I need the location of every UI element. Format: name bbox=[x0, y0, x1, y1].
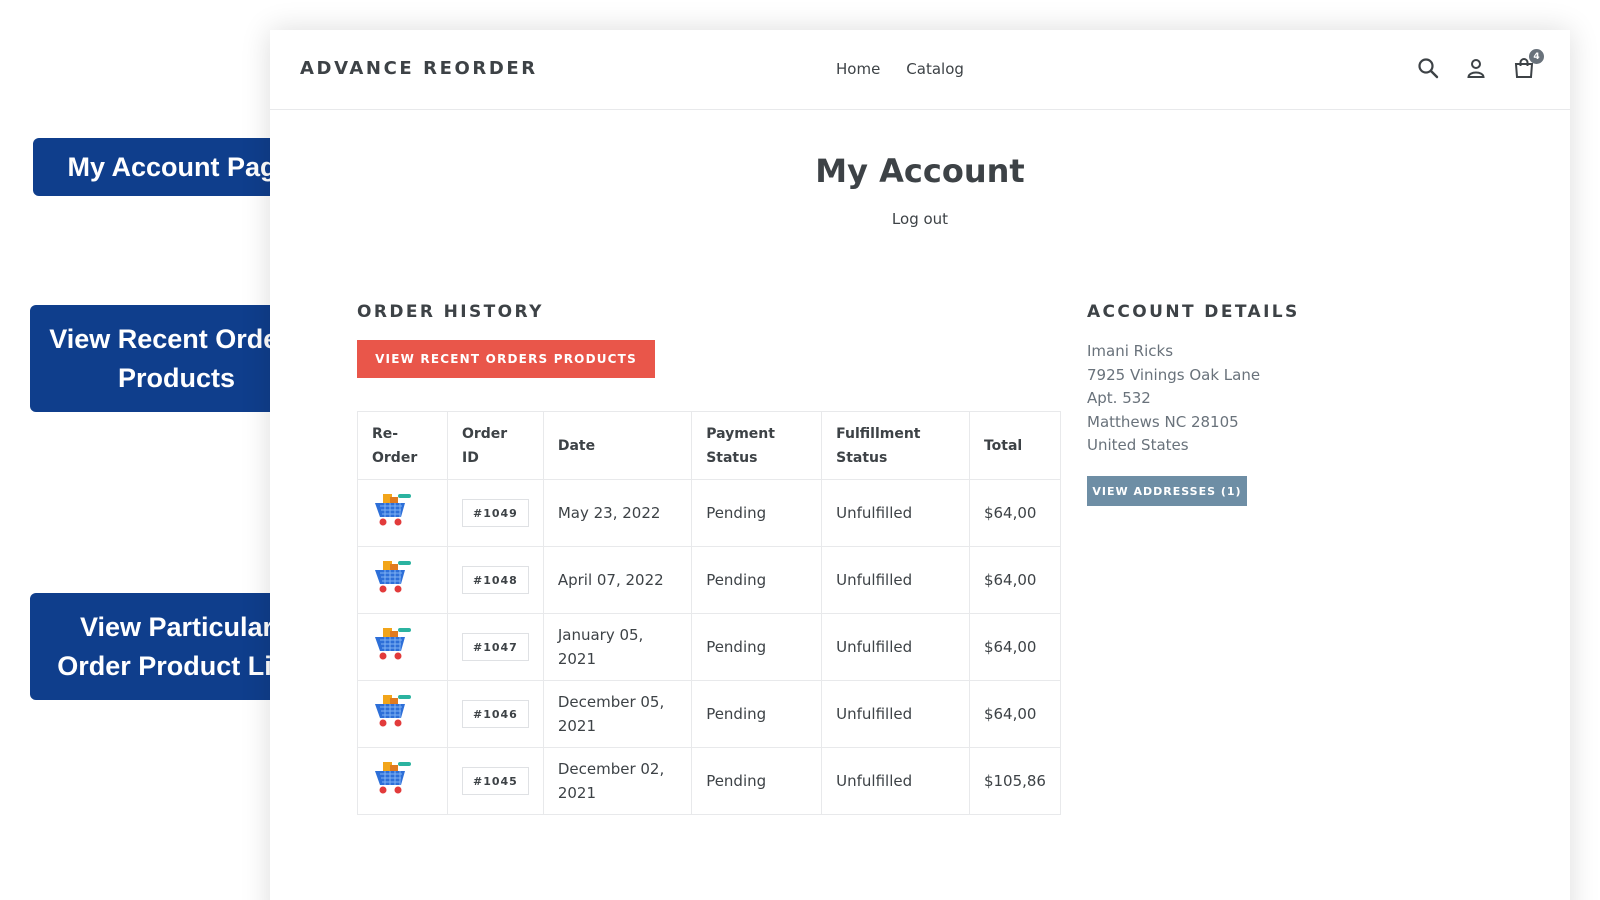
account-address: Imani Ricks 7925 Vinings Oak Lane Apt. 5… bbox=[1087, 340, 1260, 458]
table-header-row: Re-Order Order ID Date Payment Status Fu… bbox=[357, 411, 1062, 480]
customer-name: Imani Ricks bbox=[1087, 342, 1174, 360]
order-total: $105,86 bbox=[968, 747, 1062, 815]
payment-status: Pending bbox=[691, 546, 823, 614]
account-details-heading: ACCOUNT DETAILS bbox=[1087, 302, 1300, 322]
order-date: December 02, 2021 bbox=[542, 747, 693, 815]
store-window: ADVANCE REORDER Home Catalog 4 My Accoun… bbox=[270, 30, 1570, 900]
address-line-2: Apt. 532 bbox=[1087, 389, 1151, 407]
order-id-cell: #1047 bbox=[446, 613, 544, 681]
address-line-1: 7925 Vinings Oak Lane bbox=[1087, 365, 1261, 384]
order-history-heading: ORDER HISTORY bbox=[357, 302, 544, 322]
fulfillment-status: Unfulfilled bbox=[821, 680, 970, 748]
column-header-order-id: Order ID bbox=[446, 411, 544, 480]
page-title: My Account bbox=[815, 152, 1025, 190]
shopping-bag-icon[interactable]: 4 bbox=[1512, 49, 1544, 80]
fulfillment-status: Unfulfilled bbox=[821, 546, 970, 614]
order-id-cell: #1046 bbox=[446, 680, 544, 748]
column-header-reorder: Re-Order bbox=[357, 411, 448, 480]
order-total: $64,00 bbox=[968, 546, 1062, 614]
payment-status: Pending bbox=[691, 479, 823, 547]
user-icon[interactable] bbox=[1464, 56, 1488, 80]
reorder-cart-icon[interactable] bbox=[372, 760, 414, 796]
column-header-total: Total bbox=[968, 411, 1062, 480]
order-total: $64,00 bbox=[968, 479, 1062, 547]
address-country: United States bbox=[1087, 436, 1189, 454]
reorder-cart-icon[interactable] bbox=[372, 492, 414, 528]
search-icon[interactable] bbox=[1416, 56, 1440, 80]
reorder-cell bbox=[357, 479, 448, 547]
table-row: #1046 December 05, 2021 Pending Unfulfilled… bbox=[357, 680, 1062, 748]
address-city-line: Matthews NC 28105 bbox=[1087, 412, 1239, 431]
reorder-cell bbox=[357, 613, 448, 681]
fulfillment-status: Unfulfilled bbox=[821, 479, 970, 547]
order-date: January 05, 2021 bbox=[542, 613, 693, 681]
order-id-link[interactable]: #1047 bbox=[461, 633, 529, 661]
order-date: April 07, 2022 bbox=[542, 546, 693, 614]
reorder-cell bbox=[357, 546, 448, 614]
order-history-table: Re-Order Order ID Date Payment Status Fu… bbox=[357, 411, 1062, 815]
order-id-cell: #1045 bbox=[446, 747, 544, 815]
order-id-cell: #1049 bbox=[446, 479, 544, 547]
order-total: $64,00 bbox=[968, 680, 1062, 748]
table-row: #1045 December 02, 2021 Pending Unfulfilled… bbox=[357, 747, 1062, 815]
order-total: $64,00 bbox=[968, 613, 1062, 681]
column-header-fulfillment-status: Fulfillment Status bbox=[821, 411, 970, 480]
reorder-cart-icon[interactable] bbox=[372, 626, 414, 662]
order-date: December 05, 2021 bbox=[542, 680, 693, 748]
view-addresses-button[interactable]: VIEW ADDRESSES (1) bbox=[1087, 476, 1247, 506]
payment-status: Pending bbox=[691, 747, 823, 815]
order-id-link[interactable]: #1046 bbox=[461, 700, 529, 728]
site-header: ADVANCE REORDER Home Catalog 4 bbox=[270, 30, 1570, 110]
table-row: #1048 April 07, 2022 Pending Unfulfilled $64… bbox=[357, 546, 1062, 614]
table-row: #1047 January 05, 2021 Pending Unfulfilled $… bbox=[357, 613, 1062, 681]
view-recent-orders-button[interactable]: VIEW RECENT ORDERS PRODUCTS bbox=[357, 340, 655, 378]
logout-link[interactable]: Log out bbox=[270, 210, 1570, 228]
column-header-payment-status: Payment Status bbox=[691, 411, 823, 480]
nav-home-link[interactable]: Home bbox=[836, 60, 880, 78]
payment-status: Pending bbox=[691, 613, 823, 681]
main-nav: Home Catalog bbox=[836, 60, 964, 78]
order-id-link[interactable]: #1048 bbox=[461, 566, 529, 594]
reorder-cell bbox=[357, 680, 448, 748]
table-row: #1049 May 23, 2022 Pending Unfulfilled $64,0… bbox=[357, 479, 1062, 547]
fulfillment-status: Unfulfilled bbox=[821, 747, 970, 815]
order-id-link[interactable]: #1045 bbox=[461, 767, 529, 795]
nav-catalog-link[interactable]: Catalog bbox=[906, 60, 964, 78]
header-icons: 4 bbox=[1416, 49, 1544, 80]
store-logo[interactable]: ADVANCE REORDER bbox=[300, 58, 538, 79]
payment-status: Pending bbox=[691, 680, 823, 748]
fulfillment-status: Unfulfilled bbox=[821, 613, 970, 681]
callout-label: View Particular Order Product List bbox=[57, 611, 296, 681]
reorder-cart-icon[interactable] bbox=[372, 559, 414, 595]
callout-label: My Account Page bbox=[67, 151, 292, 182]
cart-count-badge: 4 bbox=[1529, 49, 1544, 64]
order-id-link[interactable]: #1049 bbox=[461, 499, 529, 527]
order-date: May 23, 2022 bbox=[542, 479, 693, 547]
reorder-cell bbox=[357, 747, 448, 815]
column-header-date: Date bbox=[542, 411, 693, 480]
order-id-cell: #1048 bbox=[446, 546, 544, 614]
reorder-cart-icon[interactable] bbox=[372, 693, 414, 729]
